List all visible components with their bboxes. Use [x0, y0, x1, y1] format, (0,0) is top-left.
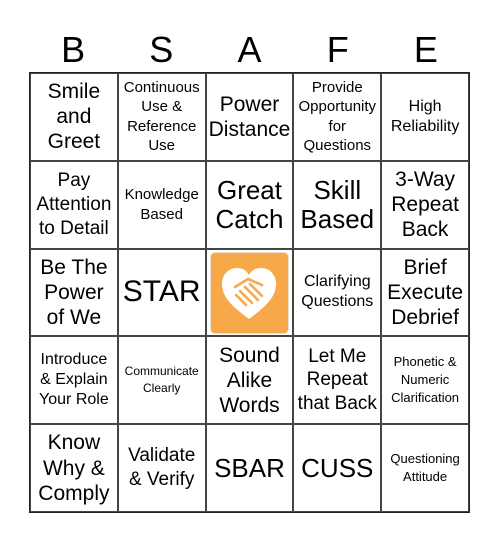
bingo-cell[interactable]: Continuous Use & Reference Use: [117, 73, 206, 161]
header-letter-f: F: [326, 29, 349, 70]
bingo-cell[interactable]: Provide Opportunity for Questions: [293, 73, 382, 161]
bingo-cell[interactable]: Phonetic & Numeric Clarification: [381, 336, 469, 425]
heart-handshake-icon: [222, 267, 277, 319]
cell-text: Knowledge Based: [124, 186, 199, 223]
cell-text: Pay Attention to Detail: [36, 170, 112, 239]
cell-text: SBAR: [214, 452, 285, 483]
cell-text: Know Why & Comply: [38, 431, 110, 505]
header-letter-b: B: [61, 29, 86, 70]
cell-text: 3-Way Repeat Back: [391, 167, 459, 242]
header-letter-e: E: [413, 29, 438, 70]
free-space-badge: [209, 251, 290, 334]
cell-text: Sound Alike Words: [219, 343, 280, 417]
cell-text: Provide Opportunity for Questions: [298, 78, 377, 155]
cell-text: Phonetic & Numeric Clarification: [391, 354, 460, 406]
cell-text: STAR: [122, 275, 201, 309]
cell-text: Smile and Greet: [47, 80, 101, 154]
cell-text: Validate & Verify: [128, 445, 196, 491]
bingo-cell[interactable]: CUSS: [293, 424, 382, 512]
header-letter-s: S: [149, 29, 174, 70]
bingo-cell[interactable]: STAR: [117, 248, 206, 337]
free-space[interactable]: [205, 248, 294, 337]
bingo-card-grid: Smile and Greet Continuous Use & Referen…: [29, 72, 470, 513]
bingo-cell[interactable]: 3-Way Repeat Back: [381, 160, 469, 249]
cell-text: Let Me Repeat that Back: [297, 345, 377, 415]
cell-text: Great Catch: [215, 175, 284, 234]
cell-text: Clarifying Questions: [301, 273, 374, 311]
bingo-cell[interactable]: Great Catch: [205, 160, 294, 249]
bingo-cell[interactable]: Smile and Greet: [30, 73, 118, 161]
bingo-cell[interactable]: High Reliability: [381, 73, 469, 161]
bingo-cell[interactable]: Clarifying Questions: [293, 248, 382, 337]
cell-text: Power Distance: [208, 92, 291, 141]
bingo-cell[interactable]: Validate & Verify: [117, 424, 206, 512]
cell-text: CUSS: [301, 452, 374, 483]
cell-text: Introduce & Explain Your Role: [39, 351, 109, 409]
bingo-header: B S A F E: [29, 28, 470, 72]
cell-text: Communicate Clearly: [124, 364, 199, 396]
cell-text: Continuous Use & Reference Use: [123, 78, 200, 155]
bingo-cell[interactable]: Brief Execute Debrief: [381, 248, 469, 337]
bingo-cell[interactable]: Power Distance: [205, 73, 294, 161]
cell-text: Be The Power of We: [40, 255, 108, 330]
bingo-cell[interactable]: Be The Power of We: [30, 248, 118, 337]
bingo-cell[interactable]: SBAR: [205, 424, 294, 512]
bingo-cell[interactable]: Pay Attention to Detail: [30, 160, 118, 249]
cell-text: Questioning Attitude: [390, 450, 460, 485]
bingo-cell[interactable]: Communicate Clearly: [117, 336, 206, 425]
bingo-cell[interactable]: Sound Alike Words: [205, 336, 294, 425]
bingo-cell[interactable]: Skill Based: [293, 160, 382, 249]
bingo-cell[interactable]: Know Why & Comply: [30, 424, 118, 512]
header-letter-a: A: [237, 29, 262, 70]
bingo-cell[interactable]: Let Me Repeat that Back: [293, 336, 382, 425]
bingo-cell[interactable]: Introduce & Explain Your Role: [30, 336, 118, 425]
cell-text: Brief Execute Debrief: [387, 255, 464, 330]
bingo-cell[interactable]: Knowledge Based: [117, 160, 206, 249]
bingo-cell[interactable]: Questioning Attitude: [381, 424, 469, 512]
cell-text: Skill Based: [300, 175, 375, 234]
cell-text: High Reliability: [390, 97, 460, 135]
